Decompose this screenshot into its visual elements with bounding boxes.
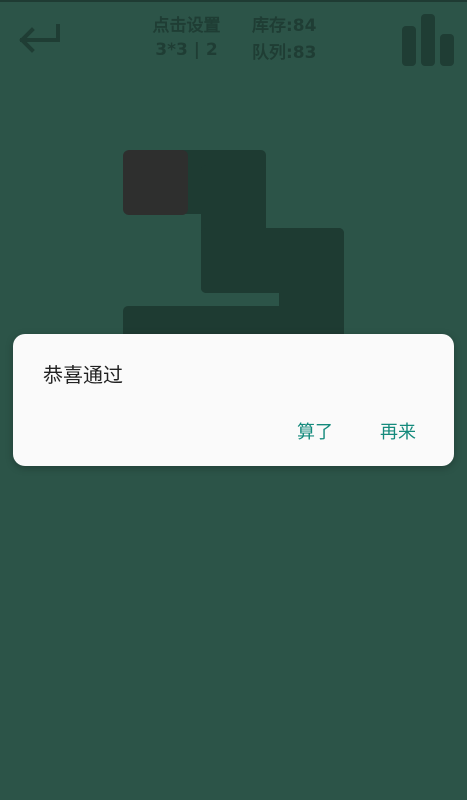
dialog-message: 恭喜通过 <box>43 363 123 387</box>
retry-button[interactable]: 再来 <box>380 418 416 444</box>
cancel-button[interactable]: 算了 <box>297 418 333 444</box>
success-dialog: 恭喜通过 算了 再来 <box>13 334 454 466</box>
